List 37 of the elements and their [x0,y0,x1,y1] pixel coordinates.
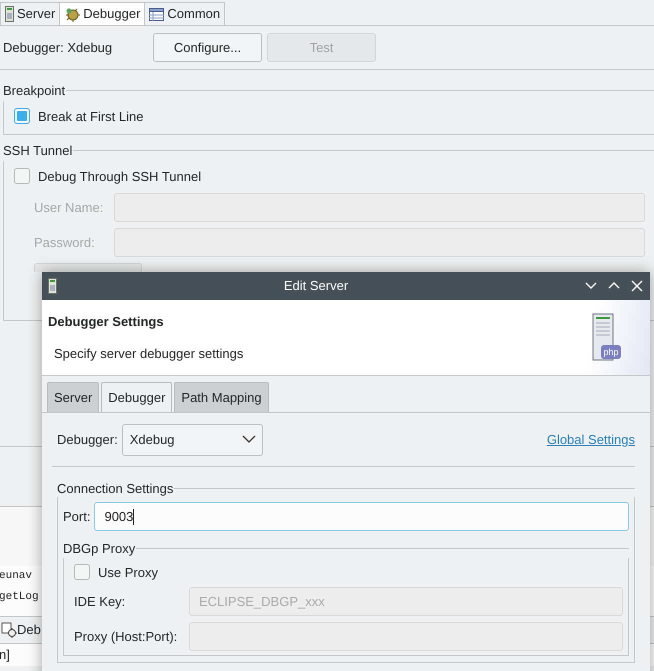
field-label: IDE Key: [74,592,126,611]
tab[interactable]: Path Mapping [174,382,269,412]
bug-icon [64,6,80,22]
code-fragment: eunav [0,568,32,584]
server-icon [5,6,14,22]
test-connection-button[interactable] [34,263,142,272]
editor-tab[interactable]: Common [144,2,226,25]
header-title: Debugger Settings [48,313,165,331]
close-icon[interactable] [630,279,644,293]
header-description: Specify server debugger settings [53,344,244,363]
table-icon [149,8,164,20]
editor-tab[interactable]: Debugger [59,2,146,25]
server-icon [48,278,57,294]
configure-button[interactable]: Configure... [153,33,262,62]
caret-icon [242,435,256,444]
checkbox-label[interactable]: Debug Through SSH Tunnel [38,166,202,186]
field-label: User Name: [34,198,104,217]
tab[interactable]: Server [47,382,100,412]
tab[interactable]: Debugger [101,382,172,412]
checkbox[interactable] [14,108,30,124]
window-title: Edit Server [282,277,350,296]
debugger-dropdown[interactable]: Xdebug [122,424,263,456]
port-field[interactable]: 9003 [94,502,629,531]
code-fragment: getLog [0,590,39,605]
field-label: Proxy (Host:Port): [74,628,178,646]
debugger-label: Debugger: Xdebug [3,38,114,57]
field-label: Port: [63,508,90,526]
view-tab-label[interactable]: Deb [17,620,41,640]
checkbox[interactable] [74,564,90,580]
checkbox-label[interactable]: Break at First Line [38,106,144,126]
field-label: Debugger: [57,430,118,449]
fragment-text: n] [0,646,10,664]
checkbox-label[interactable]: Use Proxy [98,562,158,582]
editor-tab[interactable]: Server [0,2,60,25]
checkbox[interactable] [14,168,30,184]
field-label: Password: [34,234,96,252]
global-settings-link[interactable]: Global Settings [546,430,635,450]
